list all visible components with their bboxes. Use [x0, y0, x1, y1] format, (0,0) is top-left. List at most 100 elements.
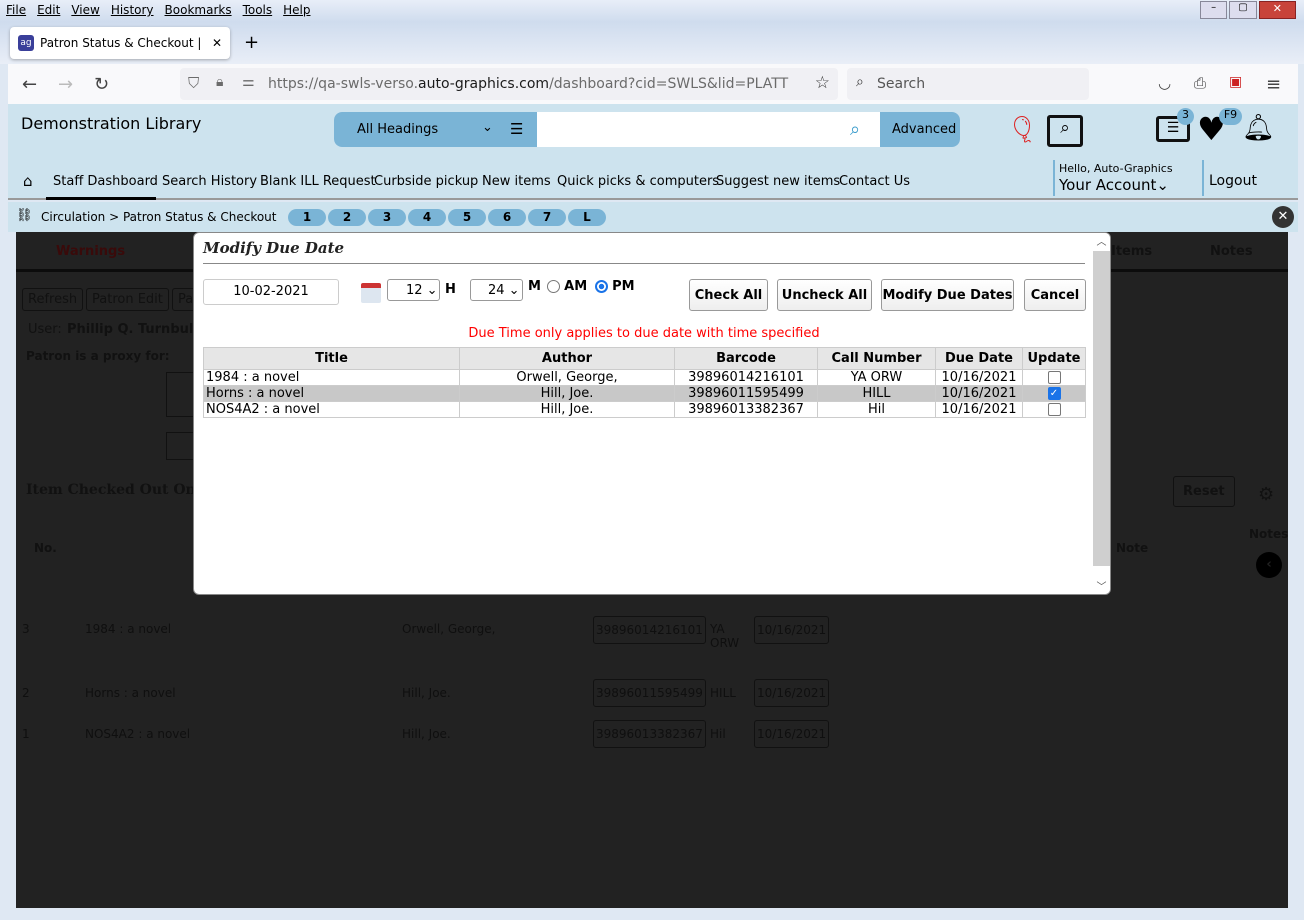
reset-button[interactable]: Reset	[1173, 476, 1235, 507]
print-icon[interactable]: ⎙	[1194, 74, 1206, 92]
gear-icon[interactable]: ⚙	[1258, 484, 1274, 505]
nav-search-history[interactable]: Search History	[162, 174, 257, 189]
browser-tab-active[interactable]: ag Patron Status & Checkout | SWLS ✕	[10, 27, 230, 59]
row-barcode[interactable]: 39896011595499	[593, 679, 706, 707]
row-title[interactable]: 1984 : a novel	[85, 622, 171, 636]
minimize-button[interactable]: –	[1200, 1, 1228, 19]
modify-due-dates-button[interactable]: Modify Due Dates	[881, 279, 1014, 311]
pm-radio[interactable]: PM	[595, 279, 635, 294]
url-bar[interactable]: ⛉ 🔒︎ ⚌ https://qa-swls-verso. auto-graphi…	[180, 68, 838, 100]
your-account-menu[interactable]: Your Account⌄	[1059, 176, 1169, 194]
background-row: 1 NOS4A2 : a novel Hill, Joe. 3989601338…	[16, 718, 1288, 758]
column-note[interactable]: Note	[1116, 541, 1148, 555]
check-all-button[interactable]: Check All	[689, 279, 768, 311]
tab-notes[interactable]: Notes	[1210, 244, 1253, 259]
menu-tools[interactable]: Tools	[237, 0, 278, 17]
uncheck-all-button[interactable]: Uncheck All	[777, 279, 872, 311]
cancel-button[interactable]: Cancel	[1024, 279, 1086, 311]
hot-air-balloon-icon[interactable]: 🎈︎	[1006, 115, 1039, 145]
menu-file[interactable]: File	[0, 0, 31, 17]
close-window-button[interactable]: ✕	[1258, 1, 1296, 19]
calendar-icon[interactable]	[361, 283, 381, 303]
bookmark-star-icon[interactable]: ☆	[815, 73, 830, 93]
ag-favicon-icon: ag	[18, 35, 34, 51]
search-icon: ⌕	[856, 74, 864, 90]
logout-link[interactable]: Logout	[1209, 173, 1257, 189]
hour-select[interactable]: 12 ⌄	[387, 279, 440, 301]
url-prefix: https://qa-swls-verso.	[268, 76, 419, 92]
patron-tab-2[interactable]: 2	[328, 209, 366, 226]
row-due-date[interactable]: 10/16/2021	[754, 720, 830, 748]
reload-icon[interactable]: ↻	[94, 74, 109, 95]
proxy-input[interactable]	[166, 372, 196, 417]
patron-edit-button[interactable]: Patron Edit	[86, 288, 169, 311]
hamburger-menu-icon[interactable]: ≡	[1266, 74, 1281, 95]
nav-staff-dashboard[interactable]: Staff Dashboard	[53, 174, 158, 189]
tab-warnings[interactable]: Warnings	[56, 244, 125, 259]
patron-tab-l[interactable]: L	[568, 209, 606, 226]
database-icon[interactable]: ☰	[510, 120, 523, 138]
update-checkbox[interactable]	[1047, 403, 1061, 416]
refresh-button[interactable]: Refresh	[22, 288, 84, 311]
menu-bookmarks[interactable]: Bookmarks	[159, 0, 237, 17]
bell-icon[interactable]: 🔔︎	[1242, 113, 1275, 143]
forward-icon[interactable]: →	[58, 74, 73, 95]
lock-icon[interactable]: 🔒︎	[216, 74, 223, 90]
close-tab-icon[interactable]: ✕	[212, 36, 222, 50]
extension-icon[interactable]: ▣	[1229, 74, 1242, 90]
library-name: Demonstration Library	[21, 114, 202, 133]
row-title[interactable]: NOS4A2 : a novel	[85, 727, 190, 741]
row-barcode[interactable]: 39896013382367	[593, 720, 706, 748]
url-suffix: /dashboard?cid=SWLS&lid=PLATT	[549, 76, 789, 92]
search-scope-select[interactable]: All Headings ⌄ ☰	[334, 112, 537, 147]
items-table: Title Author Barcode Call Number Due Dat…	[203, 347, 1086, 418]
nav-quick-picks[interactable]: Quick picks & computers	[557, 174, 719, 189]
new-tab-button[interactable]: +	[244, 32, 259, 53]
nav-blank-ill-request[interactable]: Blank ILL Request	[260, 174, 376, 189]
dialog-scrollbar[interactable]: ︿ ﹀	[1093, 233, 1110, 594]
menu-history[interactable]: History	[105, 0, 159, 17]
browser-menu-bar: File Edit View History Bookmarks Tools Help	[0, 0, 1304, 22]
tab-items[interactable]: Items	[1111, 244, 1152, 259]
close-circle-icon[interactable]: ✕	[1272, 206, 1294, 228]
back-icon[interactable]: ←	[22, 74, 37, 95]
patron-tab-4[interactable]: 4	[408, 209, 446, 226]
browser-search-input[interactable]: ⌕ Search	[847, 68, 1089, 100]
patron-tab-3[interactable]: 3	[368, 209, 406, 226]
catalog-search-input[interactable]	[544, 112, 834, 147]
pocket-icon[interactable]: ◡	[1158, 74, 1171, 92]
row-due-date[interactable]: 10/16/2021	[754, 616, 830, 644]
browse-search-icon[interactable]: ⌕	[1047, 115, 1083, 147]
scroll-down-icon[interactable]: ﹀	[1093, 566, 1110, 594]
column-no[interactable]: No.	[34, 541, 57, 555]
due-time-note: Due Time only applies to due date with t…	[468, 326, 820, 341]
permissions-icon[interactable]: ⚌	[242, 74, 255, 90]
nav-suggest-new-items[interactable]: Suggest new items	[716, 174, 840, 189]
menu-edit[interactable]: Edit	[31, 0, 65, 17]
menu-view[interactable]: View	[65, 0, 104, 17]
chevron-left-icon[interactable]: ‹	[1256, 552, 1282, 578]
row-barcode[interactable]: 39896014216101	[593, 616, 706, 644]
search-icon[interactable]: ⌕	[850, 119, 860, 140]
update-checkbox[interactable]	[1047, 371, 1061, 384]
nav-new-items[interactable]: New items	[482, 174, 551, 189]
patron-tab-6[interactable]: 6	[488, 209, 526, 226]
patron-tab-1[interactable]: 1	[288, 209, 326, 226]
nav-contact-us[interactable]: Contact Us	[839, 174, 910, 189]
menu-help[interactable]: Help	[277, 0, 315, 17]
due-date-input[interactable]: 10-02-2021	[203, 279, 339, 305]
maximize-button[interactable]: ▢	[1229, 1, 1257, 19]
row-due-date[interactable]: 10/16/2021	[754, 679, 830, 707]
am-radio[interactable]: AM	[547, 279, 587, 294]
patron-tab-7[interactable]: 7	[528, 209, 566, 226]
nav-curbside-pickup[interactable]: Curbside pickup	[374, 174, 478, 189]
home-icon[interactable]: ⌂	[23, 172, 33, 190]
advanced-search-button[interactable]: Advanced	[880, 112, 960, 147]
minute-select[interactable]: 24 ⌄	[470, 279, 523, 301]
patron-tab-5[interactable]: 5	[448, 209, 486, 226]
row-title[interactable]: Horns : a novel	[85, 686, 176, 700]
shield-icon[interactable]: ⛉	[188, 74, 199, 92]
proxy-button[interactable]	[166, 432, 196, 460]
scroll-up-icon[interactable]: ︿	[1093, 233, 1110, 251]
update-checkbox[interactable]: ✓	[1047, 387, 1061, 400]
